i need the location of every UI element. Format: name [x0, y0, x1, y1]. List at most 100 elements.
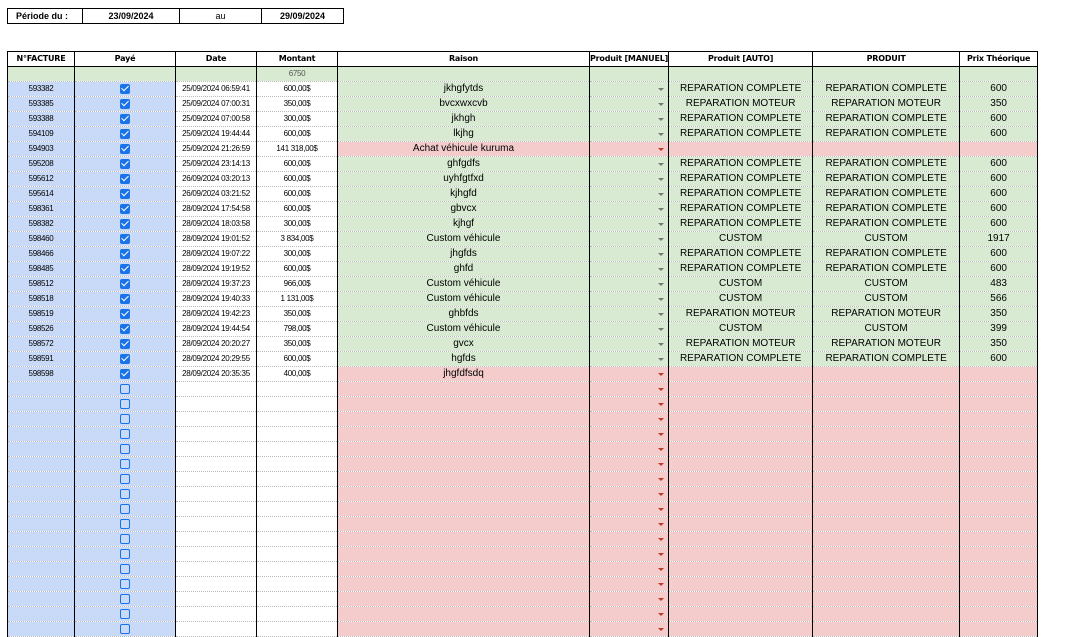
product-cell[interactable]: CUSTOM	[812, 291, 961, 307]
reason-cell[interactable]	[337, 411, 590, 427]
amount-cell[interactable]	[256, 456, 338, 472]
product-manual-dropdown[interactable]	[589, 291, 670, 307]
header-invoice-number[interactable]: N°FACTURE	[7, 51, 75, 67]
product-cell[interactable]	[812, 546, 961, 562]
product-manual-dropdown[interactable]	[589, 396, 670, 412]
unchecked-checkbox-icon[interactable]	[120, 443, 130, 454]
reason-cell[interactable]	[337, 516, 590, 532]
amount-cell[interactable]	[256, 606, 338, 622]
reason-cell[interactable]	[337, 396, 590, 412]
reason-cell[interactable]: kjhgf	[337, 216, 590, 232]
amount-cell[interactable]: 141 318,00$	[256, 141, 338, 157]
date-cell[interactable]: 28/09/2024 19:07:22	[175, 246, 257, 262]
theoretical-price-cell[interactable]: 566	[959, 291, 1039, 307]
checked-checkbox-icon[interactable]	[120, 143, 130, 154]
invoice-number-cell[interactable]	[7, 471, 75, 487]
date-cell[interactable]: 25/09/2024 21:26:59	[175, 141, 257, 157]
reason-cell[interactable]: jhgfds	[337, 246, 590, 262]
chevron-down-icon[interactable]	[658, 343, 665, 346]
theoretical-price-cell[interactable]: 600	[959, 186, 1039, 202]
invoice-number-cell[interactable]	[7, 531, 75, 547]
header-product[interactable]: PRODUIT	[812, 51, 961, 67]
chevron-down-icon[interactable]	[658, 103, 665, 106]
product-auto-cell[interactable]	[668, 396, 814, 412]
chevron-down-icon[interactable]	[658, 298, 665, 301]
unchecked-checkbox-icon[interactable]	[120, 458, 130, 469]
amount-cell[interactable]: 350,00$	[256, 306, 338, 322]
theoretical-price-cell[interactable]	[959, 576, 1039, 592]
cell[interactable]	[959, 66, 1039, 82]
theoretical-price-cell[interactable]: 350	[959, 96, 1039, 112]
theoretical-price-cell[interactable]	[959, 426, 1039, 442]
unchecked-checkbox-icon[interactable]	[120, 578, 130, 589]
amount-cell[interactable]: 600,00$	[256, 351, 338, 367]
chevron-down-icon[interactable]	[658, 508, 665, 511]
reason-cell[interactable]	[337, 531, 590, 547]
paid-cell[interactable]	[74, 366, 176, 382]
paid-cell[interactable]	[74, 501, 176, 517]
product-auto-cell[interactable]: REPARATION COMPLETE	[668, 261, 814, 277]
checked-checkbox-icon[interactable]	[120, 293, 130, 304]
product-auto-cell[interactable]: CUSTOM	[668, 321, 814, 337]
checked-checkbox-icon[interactable]	[120, 203, 130, 214]
unchecked-checkbox-icon[interactable]	[120, 563, 130, 574]
checked-checkbox-icon[interactable]	[120, 128, 130, 139]
date-cell[interactable]: 25/09/2024 07:00:58	[175, 111, 257, 127]
invoice-number-cell[interactable]	[7, 606, 75, 622]
chevron-down-icon[interactable]	[658, 328, 665, 331]
chevron-down-icon[interactable]	[658, 568, 665, 571]
paid-cell[interactable]	[74, 171, 176, 187]
amount-cell[interactable]	[256, 411, 338, 427]
product-auto-cell[interactable]	[668, 426, 814, 442]
paid-cell[interactable]	[74, 426, 176, 442]
date-cell[interactable]	[175, 606, 257, 622]
amount-cell[interactable]: 600,00$	[256, 261, 338, 277]
date-cell[interactable]	[175, 486, 257, 502]
unchecked-checkbox-icon[interactable]	[120, 533, 130, 544]
product-auto-cell[interactable]	[668, 621, 814, 637]
amount-cell[interactable]	[256, 486, 338, 502]
invoice-number-cell[interactable]: 598598	[7, 366, 75, 382]
theoretical-price-cell[interactable]	[959, 396, 1039, 412]
date-cell[interactable]	[175, 561, 257, 577]
invoice-number-cell[interactable]	[7, 576, 75, 592]
product-manual-dropdown[interactable]	[589, 171, 670, 187]
product-cell[interactable]	[812, 381, 961, 397]
product-cell[interactable]	[812, 411, 961, 427]
product-manual-dropdown[interactable]	[589, 276, 670, 292]
amount-cell[interactable]: 600,00$	[256, 171, 338, 187]
date-cell[interactable]: 28/09/2024 19:42:23	[175, 306, 257, 322]
invoice-number-cell[interactable]	[7, 456, 75, 472]
date-cell[interactable]: 28/09/2024 19:01:52	[175, 231, 257, 247]
theoretical-price-cell[interactable]: 600	[959, 201, 1039, 217]
paid-cell[interactable]	[74, 486, 176, 502]
product-auto-cell[interactable]: REPARATION COMPLETE	[668, 201, 814, 217]
reason-cell[interactable]	[337, 486, 590, 502]
product-cell[interactable]: REPARATION COMPLETE	[812, 351, 961, 367]
checked-checkbox-icon[interactable]	[120, 368, 130, 379]
product-cell[interactable]	[812, 591, 961, 607]
date-cell[interactable]	[175, 441, 257, 457]
total-amount[interactable]: 6750	[256, 66, 338, 82]
paid-cell[interactable]	[74, 441, 176, 457]
product-auto-cell[interactable]: CUSTOM	[668, 231, 814, 247]
product-auto-cell[interactable]	[668, 141, 814, 157]
amount-cell[interactable]: 600,00$	[256, 81, 338, 97]
amount-cell[interactable]	[256, 516, 338, 532]
paid-cell[interactable]	[74, 111, 176, 127]
paid-cell[interactable]	[74, 261, 176, 277]
date-cell[interactable]	[175, 471, 257, 487]
date-cell[interactable]	[175, 591, 257, 607]
checked-checkbox-icon[interactable]	[120, 323, 130, 334]
chevron-down-icon[interactable]	[658, 283, 665, 286]
unchecked-checkbox-icon[interactable]	[120, 608, 130, 619]
invoice-number-cell[interactable]: 593382	[7, 81, 75, 97]
product-manual-dropdown[interactable]	[589, 606, 670, 622]
theoretical-price-cell[interactable]	[959, 471, 1039, 487]
theoretical-price-cell[interactable]	[959, 501, 1039, 517]
date-cell[interactable]: 25/09/2024 07:00:31	[175, 96, 257, 112]
date-cell[interactable]: 28/09/2024 20:35:35	[175, 366, 257, 382]
amount-cell[interactable]	[256, 576, 338, 592]
unchecked-checkbox-icon[interactable]	[120, 503, 130, 514]
product-auto-cell[interactable]: REPARATION COMPLETE	[668, 351, 814, 367]
